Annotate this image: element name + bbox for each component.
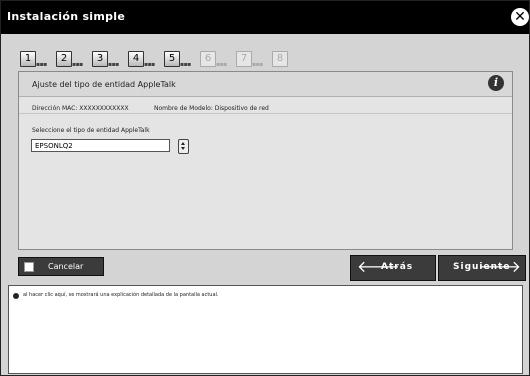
title-bar: Instalación simple ✕ bbox=[1, 1, 529, 34]
step-5: 5 ▪▪▪ bbox=[164, 51, 194, 69]
back-button[interactable]: 🡐 Atrás bbox=[350, 255, 436, 281]
window-title: Instalación simple bbox=[7, 10, 126, 23]
entity-type-spinner[interactable] bbox=[178, 139, 189, 154]
cancel-label: Cancelar bbox=[48, 262, 84, 271]
model-name-label: Nombre de Modelo: Dispositivo de red bbox=[154, 105, 269, 112]
arrow-right-icon: 🡒 bbox=[478, 257, 521, 276]
entity-type-label: Seleccione el tipo de entidad AppleTalk bbox=[32, 127, 150, 134]
help-text: al hacer clic aquí, se mostrará una expl… bbox=[23, 292, 219, 298]
help-bullet-icon bbox=[13, 293, 19, 299]
spinner-down-icon[interactable] bbox=[181, 147, 185, 150]
entity-type-field[interactable]: EPSONLQ2 bbox=[31, 139, 170, 152]
panel-title: Ajuste del tipo de entidad AppleTalk bbox=[32, 80, 176, 89]
panel-header: Ajuste del tipo de entidad AppleTalk i bbox=[19, 72, 512, 97]
installer-window: Instalación simple ✕ 1 ▪▪▪ 2 ▪▪▪ 3 ▪▪▪ 4 ▪▪▪… bbox=[0, 0, 530, 376]
step-4: 4 ▪▪▪ bbox=[128, 51, 158, 69]
step-3: 3 ▪▪▪ bbox=[92, 51, 122, 69]
close-icon[interactable]: ✕ bbox=[511, 8, 529, 26]
back-label: Atrás bbox=[381, 262, 414, 272]
cancel-button[interactable]: Cancelar bbox=[18, 257, 104, 276]
step-7: 7 ▪▪▪ bbox=[236, 51, 266, 69]
info-icon[interactable]: i bbox=[488, 75, 504, 91]
help-area[interactable]: al hacer clic aquí, se mostrará una expl… bbox=[8, 285, 523, 374]
cancel-box-icon bbox=[24, 262, 34, 272]
step-8: 8 bbox=[272, 51, 302, 69]
settings-panel: Ajuste del tipo de entidad AppleTalk i D… bbox=[18, 71, 513, 250]
mac-address-label: Dirección MAC: XXXXXXXXXXXX bbox=[32, 105, 129, 112]
step-2: 2 ▪▪▪ bbox=[56, 51, 86, 69]
next-button[interactable]: Siguiente 🡒 bbox=[438, 255, 526, 281]
step-1: 1 ▪▪▪ bbox=[20, 51, 50, 69]
step-6: 6 ▪▪▪ bbox=[200, 51, 230, 69]
spinner-up-icon[interactable] bbox=[181, 142, 185, 145]
